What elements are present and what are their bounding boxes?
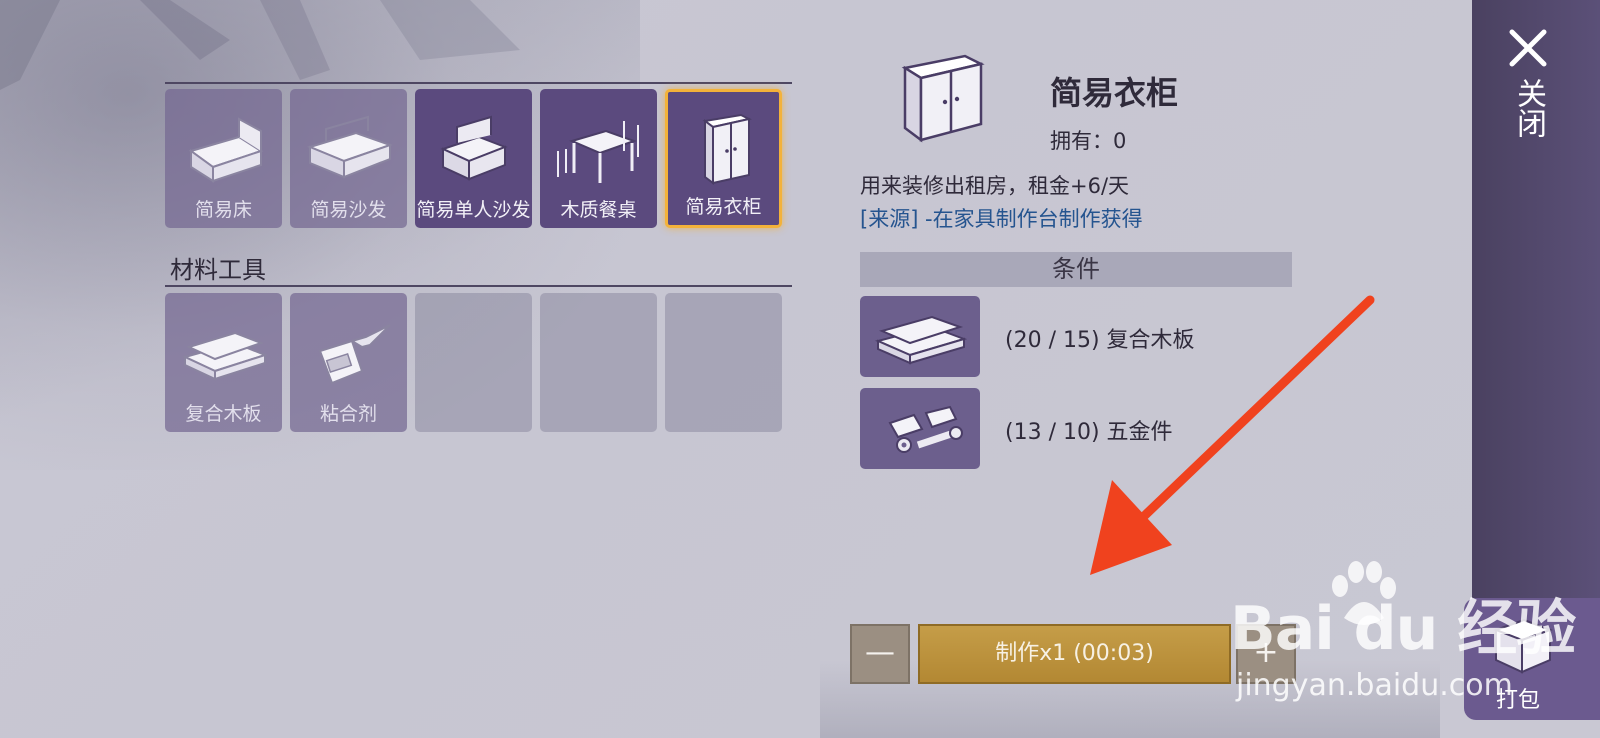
slot-label: 粘合剂: [319, 403, 377, 425]
slot-simple-bed[interactable]: 简易床: [165, 89, 282, 228]
slot-empty: [415, 293, 532, 432]
craft-button[interactable]: 制作x1 (00:03): [918, 624, 1231, 684]
close-button[interactable]: 关闭: [1510, 78, 1546, 147]
background-beams: [0, 0, 520, 90]
wood-planks-icon: [874, 315, 968, 365]
armchair-icon: [440, 115, 508, 181]
slot-label: 简易衣柜: [685, 196, 762, 218]
slot-label: 复合木板: [185, 403, 262, 425]
slot-label: 简易单人沙发: [416, 199, 531, 221]
item-name: 简易衣柜: [1050, 74, 1179, 112]
watermark-url: jingyan.baidu.com: [1236, 668, 1513, 703]
slot-single-sofa[interactable]: 简易单人沙发: [415, 89, 532, 228]
wardrobe-icon: [702, 113, 752, 185]
slot-simple-sofa[interactable]: 简易沙发: [290, 89, 407, 228]
glue-icon: [318, 324, 391, 385]
furniture-section-divider: [165, 82, 792, 84]
slot-label: 简易床: [194, 199, 252, 221]
slot-empty: [665, 293, 782, 432]
close-icon[interactable]: [1508, 28, 1548, 68]
decrease-quantity-button[interactable]: —: [850, 624, 910, 684]
item-description: 用来装修出租房，租金+6/天: [860, 174, 1130, 198]
watermark-logo: Bai du 经验: [1230, 594, 1576, 664]
item-owned-count: 拥有：0: [1050, 129, 1127, 153]
annotation-arrow-icon: [1090, 295, 1375, 575]
item-source-link[interactable]: [来源] -在家具制作台制作获得: [860, 203, 1143, 233]
dining-table-icon: [557, 121, 639, 183]
requirement-composite-board[interactable]: [860, 296, 980, 377]
materials-section-divider: [165, 285, 792, 287]
selected-item-wardrobe-icon: [901, 54, 985, 143]
slot-adhesive[interactable]: 粘合剂: [290, 293, 407, 432]
requirement-hardware[interactable]: [860, 388, 980, 469]
conditions-header: 条件: [860, 252, 1292, 287]
slot-wooden-dining-table[interactable]: 木质餐桌: [540, 89, 657, 228]
slot-label: 简易沙发: [310, 199, 387, 221]
slot-label: 木质餐桌: [560, 199, 637, 221]
hardware-icon: [888, 405, 963, 453]
close-label: 关闭: [1511, 78, 1546, 138]
slot-simple-wardrobe[interactable]: 简易衣柜: [665, 89, 782, 228]
materials-section-title: 材料工具: [170, 256, 266, 284]
slot-composite-board[interactable]: 复合木板: [165, 293, 282, 432]
sofa-icon: [307, 115, 394, 179]
wood-planks-icon: [182, 331, 268, 381]
bed-icon: [188, 117, 264, 183]
slot-empty: [540, 293, 657, 432]
